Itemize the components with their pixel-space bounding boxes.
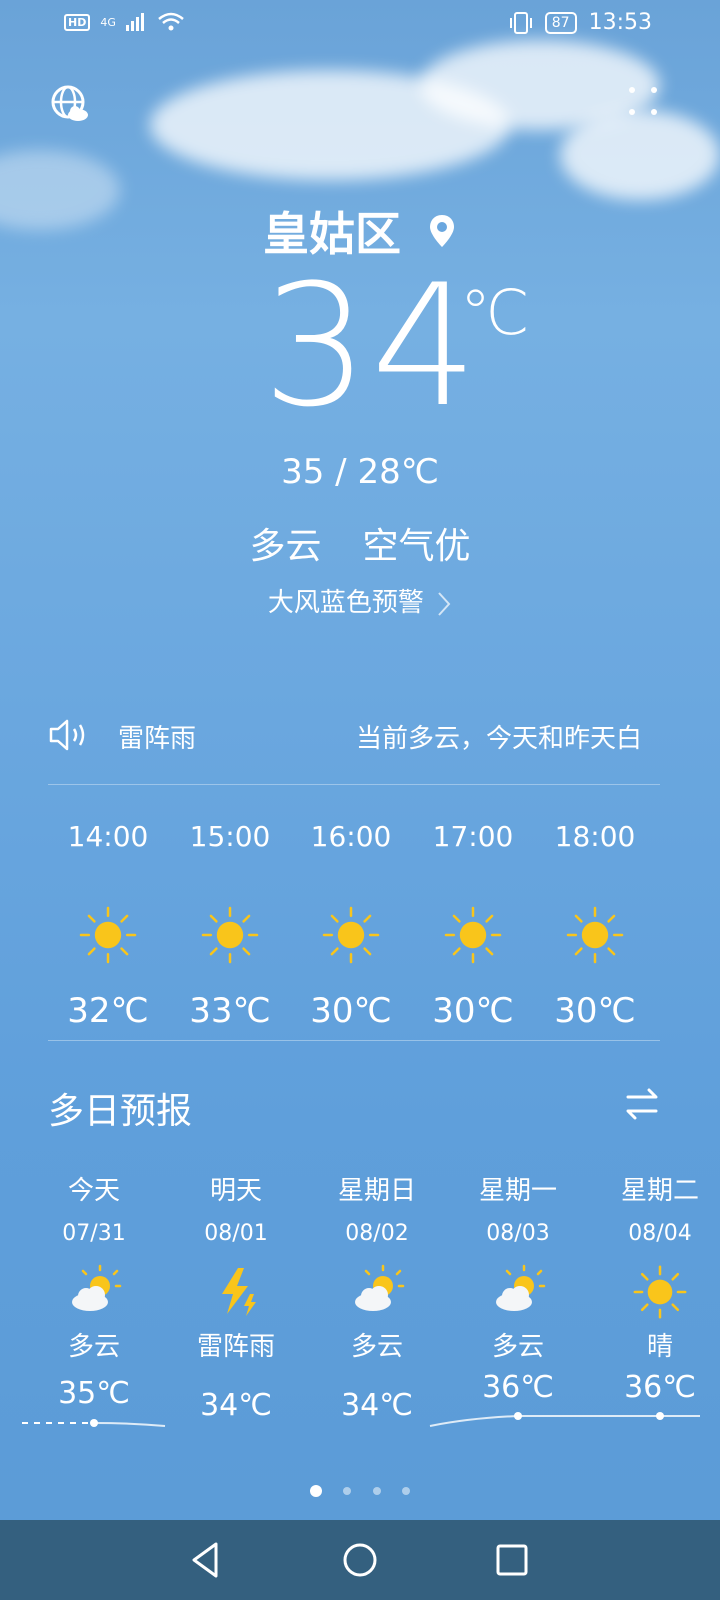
hour-time: 15:00 [189,820,271,853]
page-dot [401,1486,410,1495]
recents-button[interactable] [486,1534,538,1586]
day-condition: 多云 [491,1332,544,1362]
day-condition: 晴 [646,1332,673,1362]
hd-badge: HD [64,13,91,31]
day-name: 今天 [67,1176,120,1206]
day-date: 08/03 [486,1221,550,1246]
sun-icon [180,905,280,965]
day-condition: 雷阵雨 [196,1332,275,1362]
sun-icon [301,905,401,965]
page-dot-active [310,1484,323,1497]
vibrate-icon [509,11,532,34]
page-dot [343,1486,352,1495]
air-quality[interactable]: 空气优 [362,526,470,567]
speaker-icon [49,719,85,751]
day-condition: 多云 [67,1332,120,1362]
wifi-icon [158,12,184,31]
hourly-item: 15:00 33℃ [180,820,280,1031]
day-condition: 多云 [350,1332,403,1362]
hour-temp: 32℃ [67,991,149,1031]
hour-temp: 30℃ [310,991,392,1031]
hourly-item: 14:00 32℃ [58,820,158,1031]
sun-icon [600,1264,720,1320]
hourly-item: 16:00 30℃ [301,820,401,1031]
partly-cloudy-icon [317,1264,437,1320]
hour-time: 16:00 [310,820,392,853]
weather-alert-link[interactable]: 大风蓝色预警 [0,582,720,619]
back-triangle-icon [192,1542,218,1578]
hour-time: 18:00 [554,820,636,853]
hourly-item: 17:00 30℃ [423,820,523,1031]
daily-forecast-title: 多日预报 [48,1091,193,1132]
condition-line: 多云 空气优 [0,517,720,569]
page-indicator[interactable] [0,1480,720,1499]
page-dot [372,1486,381,1495]
hourly-item: 18:00 30℃ [545,820,645,1031]
network-type: 4G [100,15,116,29]
day-high-temp: 36℃ [624,1370,696,1405]
temperature-trend-line [22,1412,700,1427]
hour-time: 14:00 [67,820,149,853]
home-button[interactable] [334,1534,386,1586]
day-name: 星期日 [337,1176,416,1206]
temperature-range: 35 / 28℃ [281,452,439,492]
system-navigation-bar [0,1520,720,1600]
alert-text: 大风蓝色预警 [267,588,424,618]
globe-cloud-icon [51,85,88,121]
partly-cloudy-icon [34,1264,154,1320]
day-date: 08/01 [204,1221,268,1246]
more-dots-icon [629,87,657,115]
hour-temp: 30℃ [554,991,636,1031]
thunder-icon [176,1264,296,1320]
ticker-text: 雷阵雨 [118,724,197,754]
hour-temp: 33℃ [189,991,271,1031]
more-options-button[interactable] [626,82,670,126]
sun-icon [58,905,158,965]
day-high-temp: 36℃ [482,1370,554,1405]
sun-icon [423,905,523,965]
swap-arrows-icon [626,1088,658,1120]
home-circle-icon [343,1543,377,1577]
battery-indicator: 87 [544,11,577,34]
current-temperature: 34 [262,248,480,444]
ticker-text: 当前多云，今天和昨天白 [356,724,643,754]
partly-cloudy-icon [458,1264,578,1320]
city-management-button[interactable] [48,82,92,126]
status-bar: HD 4G 87 13:53 [0,0,720,48]
daily-item: 星期日 08/02 多云 [317,1170,437,1363]
chevron-right-icon [438,591,451,616]
location-pin-icon [430,215,454,247]
day-name: 明天 [209,1176,262,1206]
hour-time: 17:00 [432,820,514,853]
day-date: 07/31 [62,1221,126,1246]
sun-icon [545,905,645,965]
weather-condition: 多云 [249,526,322,567]
view-toggle-button[interactable] [622,1084,662,1124]
recents-square-icon [496,1544,528,1576]
hour-temp: 30℃ [432,991,514,1031]
divider [48,784,660,785]
signal-icon [125,13,144,31]
daily-item: 星期一 08/03 多云 [458,1170,578,1363]
day-name: 星期二 [620,1176,699,1206]
temperature-unit: ℃ [460,276,530,349]
daily-item: 今天 07/31 多云 [34,1170,154,1363]
daily-item: 星期二 08/04 晴 [600,1170,720,1363]
clock: 13:53 [588,10,652,35]
day-name: 星期一 [478,1176,557,1206]
back-button[interactable] [180,1534,232,1586]
divider [48,1040,660,1041]
voice-broadcast-ticker[interactable]: 雷阵雨 当前多云，今天和昨天白 [48,714,660,758]
day-date: 08/04 [628,1221,692,1246]
day-date: 08/02 [345,1221,409,1246]
daily-item: 明天 08/01 雷阵雨 [176,1170,296,1363]
